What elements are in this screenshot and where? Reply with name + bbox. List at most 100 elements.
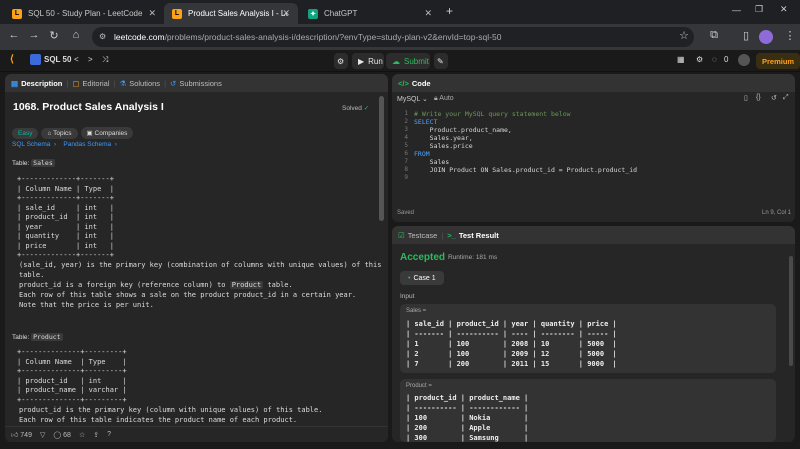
tab-test-result[interactable]: >_ Test Result bbox=[447, 231, 498, 240]
pandas-schema-link[interactable]: Pandas Schema bbox=[63, 141, 111, 148]
debug-button[interactable]: ⚙ bbox=[334, 53, 348, 69]
submit-button[interactable]: ☁ Submit bbox=[386, 53, 430, 69]
bookmark-star-icon[interactable]: ☆ bbox=[676, 29, 692, 42]
tab-submissions[interactable]: ↺ Submissions bbox=[170, 79, 222, 88]
companies-label: Companies bbox=[94, 130, 128, 137]
history-icon: ↺ bbox=[170, 78, 177, 88]
table-name: Sales bbox=[31, 159, 55, 167]
inline-code: Product bbox=[229, 281, 264, 289]
run-button[interactable]: ▶ Run bbox=[352, 53, 384, 69]
cloud-upload-icon: ☁ bbox=[392, 56, 400, 66]
fullscreen-icon[interactable]: ⤢ bbox=[783, 94, 789, 102]
tab-solutions[interactable]: ⚗ Solutions bbox=[119, 79, 160, 88]
tab-title: ChatGPT bbox=[324, 9, 358, 18]
streak-icon[interactable]: ◌ bbox=[712, 55, 717, 64]
line-number: 1 bbox=[404, 110, 408, 117]
browser-tab-sql50[interactable]: L SQL 50 - Study Plan - LeetCode ✕ bbox=[4, 3, 164, 24]
forward-icon[interactable]: → bbox=[26, 29, 42, 41]
scrollbar-thumb[interactable] bbox=[379, 96, 384, 221]
leetcode-logo-icon[interactable]: ⟨ bbox=[10, 54, 20, 66]
topics-button[interactable]: ⌂ Topics bbox=[41, 128, 78, 139]
comments-button[interactable]: ◯ 68 bbox=[53, 431, 71, 439]
url-path: /problems/product-sales-analysis-i/descr… bbox=[164, 32, 502, 42]
back-icon[interactable]: ← bbox=[6, 29, 22, 41]
minimize-button[interactable]: — bbox=[732, 5, 741, 15]
code-line: # Write your MySQL query statement below bbox=[414, 110, 571, 118]
case-1-button[interactable]: • Case 1 bbox=[400, 271, 444, 285]
code-panel-header: </> Code bbox=[392, 74, 795, 92]
close-tab-icon[interactable]: ✕ bbox=[148, 8, 156, 19]
close-window-button[interactable]: ✕ bbox=[780, 4, 788, 15]
prev-problem-icon[interactable]: < bbox=[74, 55, 79, 64]
desc-line: (sale_id, year) is the primary key (comb… bbox=[19, 261, 382, 269]
browser-tab-problem[interactable]: L Product Sales Analysis I - LeetCo ✕ bbox=[164, 3, 298, 24]
reload-icon[interactable]: ↻ bbox=[46, 29, 62, 42]
streak-count: 0 bbox=[724, 55, 729, 64]
favorite-button[interactable]: ☆ bbox=[79, 431, 85, 439]
submit-label: Submit bbox=[404, 56, 429, 66]
extensions-icon[interactable]: ⧉ bbox=[706, 29, 722, 42]
companies-button[interactable]: ▣ Companies bbox=[80, 127, 134, 139]
tab-label: Description bbox=[21, 78, 63, 88]
profile-avatar[interactable] bbox=[759, 30, 773, 44]
sql-schema-link[interactable]: SQL Schema bbox=[12, 141, 50, 148]
browser-menu-icon[interactable]: ⋮ bbox=[782, 29, 798, 42]
url-field[interactable]: ⚙ leetcode.com/problems/product-sales-an… bbox=[92, 27, 694, 47]
browser-tab-chatgpt[interactable]: ✦ ChatGPT ✕ bbox=[300, 3, 440, 24]
new-tab-button[interactable]: + bbox=[446, 4, 453, 18]
tab-divider: | bbox=[113, 78, 116, 88]
like-button[interactable]: 👍︎ 749 bbox=[11, 430, 32, 439]
help-button[interactable]: ? bbox=[107, 431, 111, 438]
table-name: Product bbox=[31, 333, 63, 341]
browser-tab-bar: L SQL 50 - Study Plan - LeetCode ✕ L Pro… bbox=[0, 0, 800, 24]
desc-line: Each row of this table shows a sale on t… bbox=[19, 291, 357, 299]
maximize-button[interactable]: ❐ bbox=[755, 4, 763, 15]
desc-line: Note that the price is per unit. bbox=[19, 301, 154, 309]
description-footer: 👍︎ 749 ▽ ◯ 68 ☆ ⇪ ? bbox=[5, 426, 388, 442]
share-button[interactable]: ⇪ bbox=[93, 431, 99, 439]
table2-description: product_id is the primary key (column wi… bbox=[19, 405, 322, 425]
code-icon: </> bbox=[398, 78, 409, 88]
share-icon: ⇪ bbox=[93, 431, 100, 439]
sales-schema-table: +-------------+-------+ | Column Name | … bbox=[17, 175, 114, 259]
book-icon: ▢ bbox=[72, 78, 80, 88]
code-tab[interactable]: </> Code bbox=[398, 79, 431, 88]
settings-icon[interactable]: ⚙ bbox=[696, 55, 703, 64]
tab-description[interactable]: ▤ Description bbox=[11, 79, 62, 88]
layout-icon[interactable]: ▦ bbox=[677, 55, 685, 64]
shuffle-icon[interactable]: ⤨ bbox=[102, 55, 108, 65]
table-label: Table: bbox=[12, 334, 30, 341]
user-avatar[interactable] bbox=[738, 54, 750, 66]
auto-mode[interactable]: 🔒︎ Auto bbox=[434, 95, 454, 103]
language-select[interactable]: MySQL ⌄ bbox=[397, 95, 428, 103]
line-number: 7 bbox=[404, 158, 408, 165]
flask-icon: ⚗ bbox=[119, 78, 127, 88]
close-tab-icon[interactable]: ✕ bbox=[282, 8, 290, 19]
chevron-right-icon: › bbox=[111, 141, 117, 148]
study-plan-title[interactable]: SQL 50 bbox=[44, 55, 71, 64]
topics-label: Topics bbox=[53, 130, 72, 137]
line-number: 8 bbox=[404, 166, 408, 173]
comment-icon: ◯ bbox=[53, 431, 62, 439]
cursor-position: Ln 9, Col 1 bbox=[762, 210, 792, 216]
code-line: SELECT bbox=[414, 118, 438, 126]
notes-button[interactable]: ✎ bbox=[434, 53, 448, 69]
close-tab-icon[interactable]: ✕ bbox=[424, 8, 432, 19]
doc-icon: ▤ bbox=[11, 78, 19, 88]
tab-testcase[interactable]: ☑ Testcase bbox=[398, 231, 437, 240]
bookmark-icon[interactable]: ▯ bbox=[744, 94, 748, 102]
solved-badge: Solved ✓ bbox=[342, 104, 369, 112]
next-problem-icon[interactable]: > bbox=[88, 55, 93, 64]
verdict: Accepted bbox=[400, 252, 446, 263]
sidebar-icon[interactable]: ▯ bbox=[738, 29, 754, 42]
site-info-icon[interactable]: ⚙ bbox=[99, 32, 106, 41]
table1-description: (sale_id, year) is the primary key (comb… bbox=[19, 260, 381, 310]
home-icon[interactable]: ⌂ bbox=[68, 29, 84, 41]
tab-editorial[interactable]: ▢ Editorial bbox=[72, 79, 109, 88]
dislike-button[interactable]: ▽ bbox=[40, 431, 45, 439]
scrollbar-thumb[interactable] bbox=[789, 256, 793, 366]
reset-icon[interactable]: ↺ bbox=[771, 94, 777, 102]
line-number: 4 bbox=[404, 134, 408, 141]
premium-button[interactable]: Premium bbox=[756, 53, 800, 69]
format-code-icon[interactable]: {} bbox=[756, 94, 761, 101]
